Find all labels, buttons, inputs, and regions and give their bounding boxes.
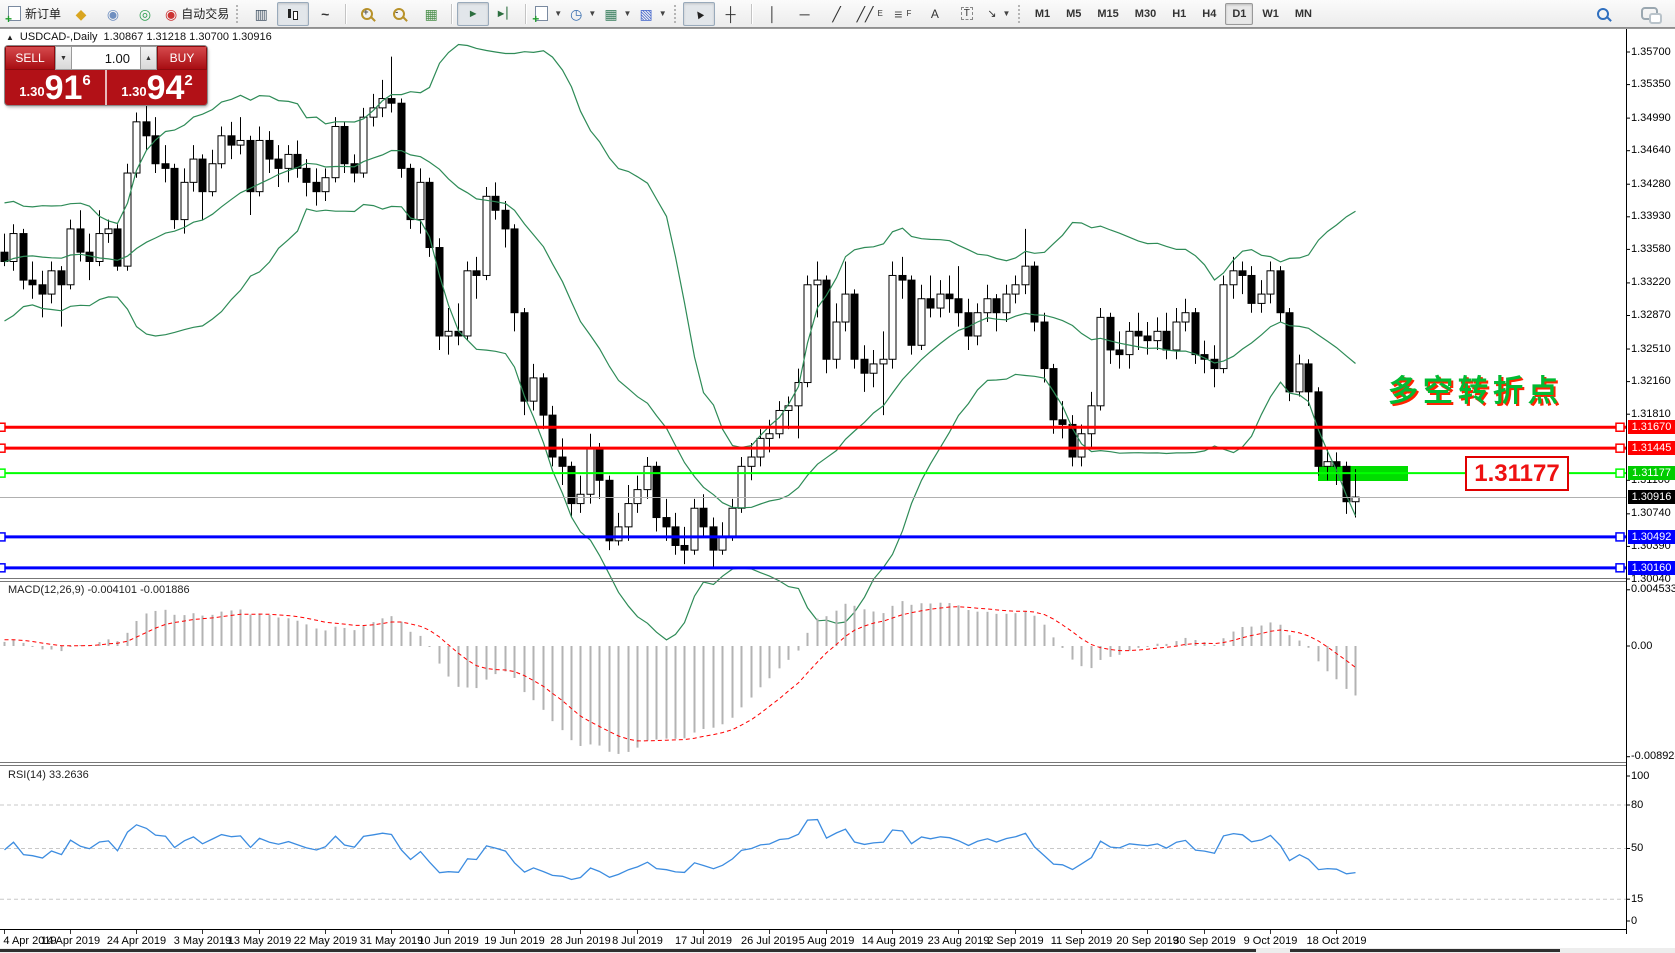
macd-axis-label: 0.004533 [1631, 583, 1675, 595]
date-axis-label: 26 Jul 2019 [741, 935, 798, 947]
date-axis-label: 10 Jun 2019 [418, 935, 479, 947]
date-axis-label: 31 May 2019 [360, 935, 424, 947]
date-axis-label: 14 Aug 2019 [862, 935, 924, 947]
scrollbar-thumb[interactable] [0, 949, 1256, 952]
date-axis-label: 11 Sep 2019 [1051, 935, 1113, 947]
symbol-period-title: USDCAD-,Daily [20, 31, 98, 43]
date-axis-label: 5 Aug 2019 [799, 935, 855, 947]
price-axis-label: 1.34990 [1631, 112, 1671, 124]
price-axis-label: 1.33220 [1631, 276, 1671, 288]
date-axis-label: 2 Sep 2019 [987, 935, 1043, 947]
price-axis-label: 1.33930 [1631, 210, 1671, 222]
volume-decrease-button[interactable]: ▼ [55, 46, 72, 70]
date-axis-label: 28 Jun 2019 [550, 935, 611, 947]
rsi-axis-label: 100 [1631, 770, 1649, 782]
price-badge: 1.30492 [1628, 530, 1675, 544]
date-axis-label: 19 Jun 2019 [484, 935, 545, 947]
sell-price[interactable]: 1.30916 [5, 70, 105, 105]
price-axis-label: 1.33580 [1631, 243, 1671, 255]
price-badge: 1.31445 [1628, 441, 1675, 455]
price-axis-label: 1.34280 [1631, 178, 1671, 190]
macd-axis-label: -0.008928 [1631, 750, 1675, 762]
macd-name: MACD(12,26,9) [8, 584, 84, 596]
buy-price[interactable]: 1.30942 [107, 70, 207, 105]
date-axis-label: 20 Sep 2019 [1116, 935, 1178, 947]
volume-input[interactable] [72, 46, 140, 70]
date-axis-label: 8 Jul 2019 [612, 935, 663, 947]
sell-price-pip: 6 [82, 72, 90, 89]
sell-button[interactable]: SELL [5, 46, 55, 70]
date-axis-label: 24 Apr 2019 [107, 935, 166, 947]
macd-axis-label: 0.00 [1631, 640, 1652, 652]
price-axis-label: 1.31810 [1631, 408, 1671, 420]
rsi-name: RSI(14) [8, 769, 46, 781]
buy-price-pip: 2 [184, 72, 192, 89]
price-axis-label: 1.32870 [1631, 309, 1671, 321]
one-click-trading-panel: SELL ▼ ▲ BUY 1.30916 1.30942 [5, 46, 207, 105]
sell-price-main: 91 [45, 73, 83, 103]
macd-signal-value: -0.001886 [140, 584, 190, 596]
date-axis-label: 30 Sep 2019 [1173, 935, 1235, 947]
price-axis-label: 1.35350 [1631, 78, 1671, 90]
scrollbar-thumb[interactable] [1290, 949, 1560, 952]
buy-price-prefix: 1.30 [121, 84, 146, 99]
date-axis-label: 23 Aug 2019 [928, 935, 990, 947]
price-badge: 1.30160 [1628, 561, 1675, 575]
volume-increase-button[interactable]: ▲ [140, 46, 157, 70]
rsi-axis-label: 50 [1631, 842, 1643, 854]
date-axis-label: 3 May 2019 [174, 935, 231, 947]
ohlc-values: 1.30867 1.31218 1.30700 1.30916 [104, 31, 272, 43]
price-axis-label: 1.35700 [1631, 46, 1671, 58]
price-chart-canvas[interactable] [0, 0, 1675, 953]
sell-price-prefix: 1.30 [19, 84, 44, 99]
price-badge: 1.30916 [1628, 490, 1675, 504]
date-axis-label: 18 Oct 2019 [1307, 935, 1367, 947]
date-axis-label: 22 May 2019 [294, 935, 358, 947]
date-axis-label: 14 Apr 2019 [41, 935, 100, 947]
macd-main-value: -0.004101 [87, 584, 137, 596]
annotation-text[interactable]: 多空转折点 [1388, 366, 1563, 410]
rsi-axis-label: 15 [1631, 893, 1643, 905]
macd-indicator-label: MACD(12,26,9) -0.004101 -0.001886 [8, 584, 190, 596]
rsi-axis-label: 80 [1631, 799, 1643, 811]
rsi-axis-label: 0 [1631, 915, 1637, 927]
buy-price-main: 94 [147, 73, 185, 103]
price-axis-label: 1.30740 [1631, 507, 1671, 519]
date-axis-label: 17 Jul 2019 [675, 935, 732, 947]
date-axis-label: 13 May 2019 [228, 935, 292, 947]
chart-header: ▲ USDCAD-,Daily 1.30867 1.31218 1.30700 … [6, 31, 272, 43]
rsi-value: 33.2636 [49, 769, 89, 781]
price-axis-label: 1.32510 [1631, 343, 1671, 355]
price-axis-label: 1.32160 [1631, 375, 1671, 387]
price-label-box[interactable]: 1.31177 [1465, 456, 1569, 491]
buy-button[interactable]: BUY [157, 46, 207, 70]
price-axis-label: 1.34640 [1631, 144, 1671, 156]
date-axis-label: 9 Oct 2019 [1244, 935, 1298, 947]
price-badge: 1.31670 [1628, 420, 1675, 434]
rsi-indicator-label: RSI(14) 33.2636 [8, 769, 89, 781]
price-badge: 1.31177 [1628, 466, 1675, 480]
collapse-arrow-icon[interactable]: ▲ [6, 33, 14, 42]
